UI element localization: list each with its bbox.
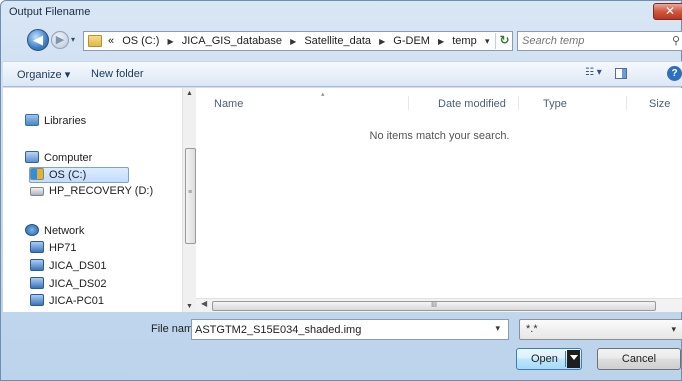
close-button[interactable]: ✕ [653, 3, 682, 20]
column-header-date-modified[interactable]: Date modified [438, 98, 506, 110]
network-icon [25, 224, 39, 236]
command-toolbar: Organize ▾ New folder ☷ ▾ ? [3, 61, 682, 87]
scrollbar-thumb[interactable]: ≡ [185, 148, 196, 244]
breadcrumb-temp[interactable]: temp [452, 35, 476, 47]
libraries-icon [25, 114, 39, 126]
address-bar[interactable]: « OS (C:) ▶ JICA_GIS_database ▶ Satellit… [83, 31, 513, 51]
drive-icon [30, 168, 44, 180]
sidebar-item-jica-ds01[interactable]: JICA_DS01 [30, 259, 106, 275]
search-input[interactable] [522, 34, 662, 48]
file-list: ▴ Name Date modified Type Size No items … [196, 88, 682, 312]
refresh-icon[interactable]: ↻ [495, 33, 513, 49]
file-type-value: *.* [526, 323, 538, 335]
breadcrumb-g-dem[interactable]: G-DEM [393, 35, 430, 47]
column-divider[interactable] [408, 96, 409, 110]
sidebar-item-label: JICA_DS01 [49, 260, 107, 272]
address-dropdown-icon[interactable]: ▾ [485, 36, 490, 47]
network-pc-icon [30, 259, 44, 271]
help-icon[interactable]: ? [667, 66, 682, 81]
sidebar-scrollbar[interactable]: ▲ ≡ ▼ [182, 88, 197, 312]
folder-icon [88, 35, 102, 47]
forward-arrow-icon: ▶ [55, 34, 65, 46]
sidebar-item-jica-ds02[interactable]: JICA_DS02 [30, 277, 106, 293]
navigation-pane: Libraries Computer OS (C:) HP_RECOVERY (… [3, 88, 197, 312]
scroll-down-icon[interactable]: ▼ [186, 303, 193, 310]
breadcrumb-separator-icon[interactable]: ▶ [438, 37, 444, 46]
sidebar-item-network[interactable]: Network [25, 224, 84, 240]
file-name-combobox[interactable]: ▾ [191, 319, 509, 340]
back-arrow-icon: ◀ [33, 32, 43, 47]
breadcrumb-satellite-data[interactable]: Satellite_data [304, 35, 371, 47]
dialog-title: Output Filename [9, 6, 91, 18]
sidebar-item-os-c[interactable]: OS (C:) [29, 167, 129, 183]
sidebar-item-libraries[interactable]: Libraries [25, 114, 86, 130]
sidebar-item-label: HP71 [49, 242, 77, 254]
open-button[interactable]: Open [516, 348, 582, 370]
search-box[interactable]: ⚲ [517, 31, 682, 51]
chevron-down-icon[interactable]: ▾ [495, 323, 500, 334]
sidebar-item-label: JICA_DS02 [49, 278, 107, 290]
sidebar-item-label: OS (C:) [49, 169, 87, 181]
network-pc-icon [30, 277, 44, 289]
file-type-select[interactable]: *.* ▾ [519, 319, 682, 340]
column-header-type[interactable]: Type [543, 98, 567, 110]
chevron-down-icon[interactable]: ▾ [671, 324, 676, 335]
back-button[interactable]: ◀ [27, 29, 49, 51]
breadcrumb-separator-icon[interactable]: ▶ [168, 37, 174, 46]
open-button-label: Open [531, 353, 558, 365]
sidebar-item-label: Network [44, 225, 85, 237]
empty-state-message: No items match your search. [369, 130, 510, 142]
breadcrumb: « OS (C:) ▶ JICA_GIS_database ▶ Satellit… [108, 35, 482, 47]
breadcrumb-separator-icon[interactable]: ▶ [290, 37, 296, 46]
recent-locations-button[interactable]: ▾ [71, 35, 75, 44]
sidebar-item-label: Libraries [44, 115, 87, 127]
column-divider[interactable] [518, 96, 519, 110]
computer-icon [25, 151, 39, 163]
cancel-button[interactable]: Cancel [597, 348, 681, 370]
sidebar-item-computer[interactable]: Computer [25, 151, 92, 167]
output-filename-dialog: Output Filename ✕ ◀ ▶ ▾ « OS (C:) ▶ JICA… [0, 0, 682, 381]
scrollbar-grip-icon: III [431, 302, 437, 309]
navigation-row: ◀ ▶ ▾ « OS (C:) ▶ JICA_GIS_database ▶ Sa… [1, 23, 682, 57]
column-header-name[interactable]: Name [214, 98, 243, 110]
network-pc-icon [30, 241, 44, 253]
breadcrumb-separator-icon[interactable]: ▶ [379, 37, 385, 46]
organize-button[interactable]: Organize ▾ [17, 68, 70, 81]
sidebar-item-label: Computer [44, 152, 93, 164]
scroll-up-icon[interactable]: ▲ [186, 90, 193, 97]
preview-pane-icon[interactable] [615, 68, 627, 79]
sidebar-item-label: HP_RECOVERY (D:) [49, 185, 154, 197]
breadcrumb-overflow[interactable]: « [108, 35, 114, 47]
horizontal-scrollbar[interactable]: ◀ III [196, 298, 682, 312]
forward-button[interactable]: ▶ [51, 31, 69, 49]
sidebar-item-jica-pc01[interactable]: JICA-PC01 [30, 294, 104, 310]
column-header-size[interactable]: Size [649, 98, 670, 110]
split-divider [565, 351, 566, 367]
file-name-input[interactable] [195, 323, 485, 337]
chevron-down-icon [570, 355, 578, 360]
title-bar: Output Filename ✕ [1, 1, 682, 23]
close-icon: ✕ [664, 4, 676, 18]
sidebar-item-label: JICA-PC01 [49, 295, 105, 307]
sort-ascending-icon: ▴ [321, 91, 325, 98]
drive-icon [30, 187, 44, 196]
breadcrumb-jica-gis-database[interactable]: JICA_GIS_database [182, 35, 282, 47]
scroll-left-icon[interactable]: ◀ [201, 299, 207, 308]
sidebar-item-hp-recovery[interactable]: HP_RECOVERY (D:) [30, 185, 153, 201]
breadcrumb-os-c[interactable]: OS (C:) [122, 35, 159, 47]
scrollbar-thumb[interactable]: III [212, 301, 656, 311]
new-folder-button[interactable]: New folder [91, 68, 144, 80]
open-options-dropdown[interactable] [567, 350, 580, 368]
network-pc-icon [30, 294, 44, 306]
view-options-icon[interactable]: ☷ ▾ [585, 67, 602, 78]
column-divider[interactable] [626, 96, 627, 110]
scrollbar-grip-icon: ≡ [188, 189, 193, 196]
search-icon[interactable]: ⚲ [672, 34, 680, 47]
sidebar-item-hp71[interactable]: HP71 [30, 241, 77, 257]
